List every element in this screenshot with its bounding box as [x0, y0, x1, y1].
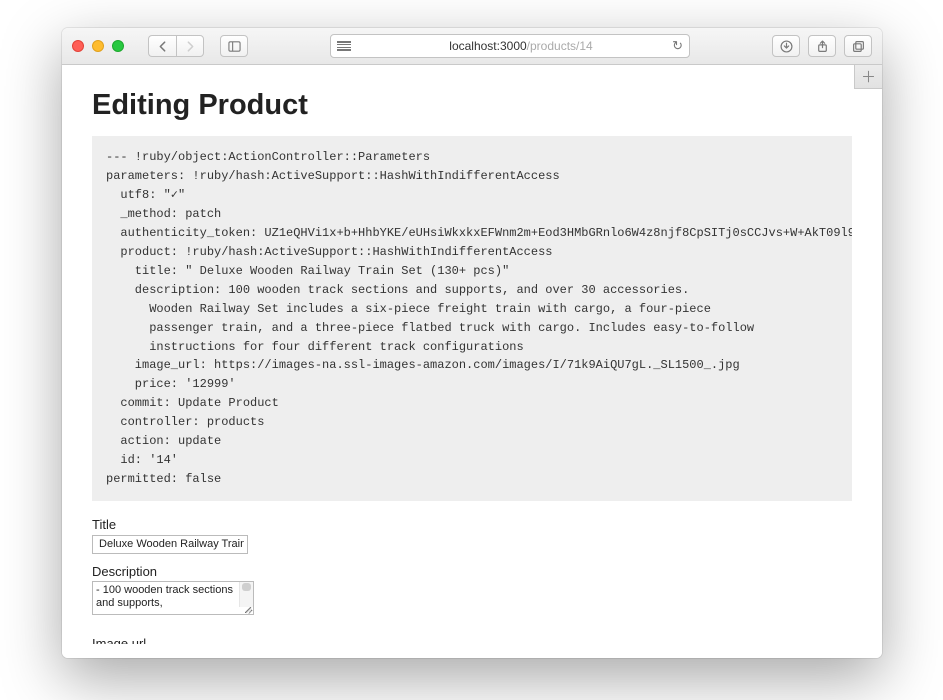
scrollbar-thumb[interactable] — [242, 583, 251, 591]
url-host: localhost:3000 — [449, 39, 526, 53]
maximize-window-button[interactable] — [112, 40, 124, 52]
new-tab-button[interactable]: ＋ — [854, 65, 882, 89]
reader-icon — [337, 39, 351, 53]
description-label: Description — [92, 564, 852, 579]
back-button[interactable] — [148, 35, 176, 57]
address-bar-wrap: localhost:3000/products/14 ↻ — [256, 34, 764, 58]
description-textarea[interactable]: - 100 wooden track sections and supports… — [92, 581, 254, 615]
share-button[interactable] — [808, 35, 836, 57]
page-title: Editing Product — [92, 89, 852, 122]
minimize-window-button[interactable] — [92, 40, 104, 52]
toolbar-right — [772, 35, 872, 57]
window-controls — [72, 40, 124, 52]
params-debug-output: --- !ruby/object:ActionController::Param… — [92, 136, 852, 501]
url-text: localhost:3000/products/14 — [359, 39, 683, 53]
titlebar: localhost:3000/products/14 ↻ — [62, 28, 882, 65]
downloads-button[interactable] — [772, 35, 800, 57]
tabs-button[interactable] — [844, 35, 872, 57]
close-window-button[interactable] — [72, 40, 84, 52]
title-label: Title — [92, 517, 852, 532]
nav-buttons — [148, 35, 204, 57]
address-bar[interactable]: localhost:3000/products/14 ↻ — [330, 34, 690, 58]
textarea-resize-handle[interactable] — [243, 604, 253, 614]
sidebar-toggle-button[interactable] — [220, 35, 248, 57]
page-content: Editing Product --- !ruby/object:ActionC… — [62, 65, 882, 658]
url-path: /products/14 — [527, 39, 593, 53]
image-url-label: Image url — [92, 636, 852, 644]
reload-icon[interactable]: ↻ — [672, 38, 683, 54]
title-input[interactable] — [92, 535, 248, 554]
forward-button[interactable] — [176, 35, 204, 57]
browser-window: localhost:3000/products/14 ↻ ＋ Editing P… — [62, 28, 882, 658]
